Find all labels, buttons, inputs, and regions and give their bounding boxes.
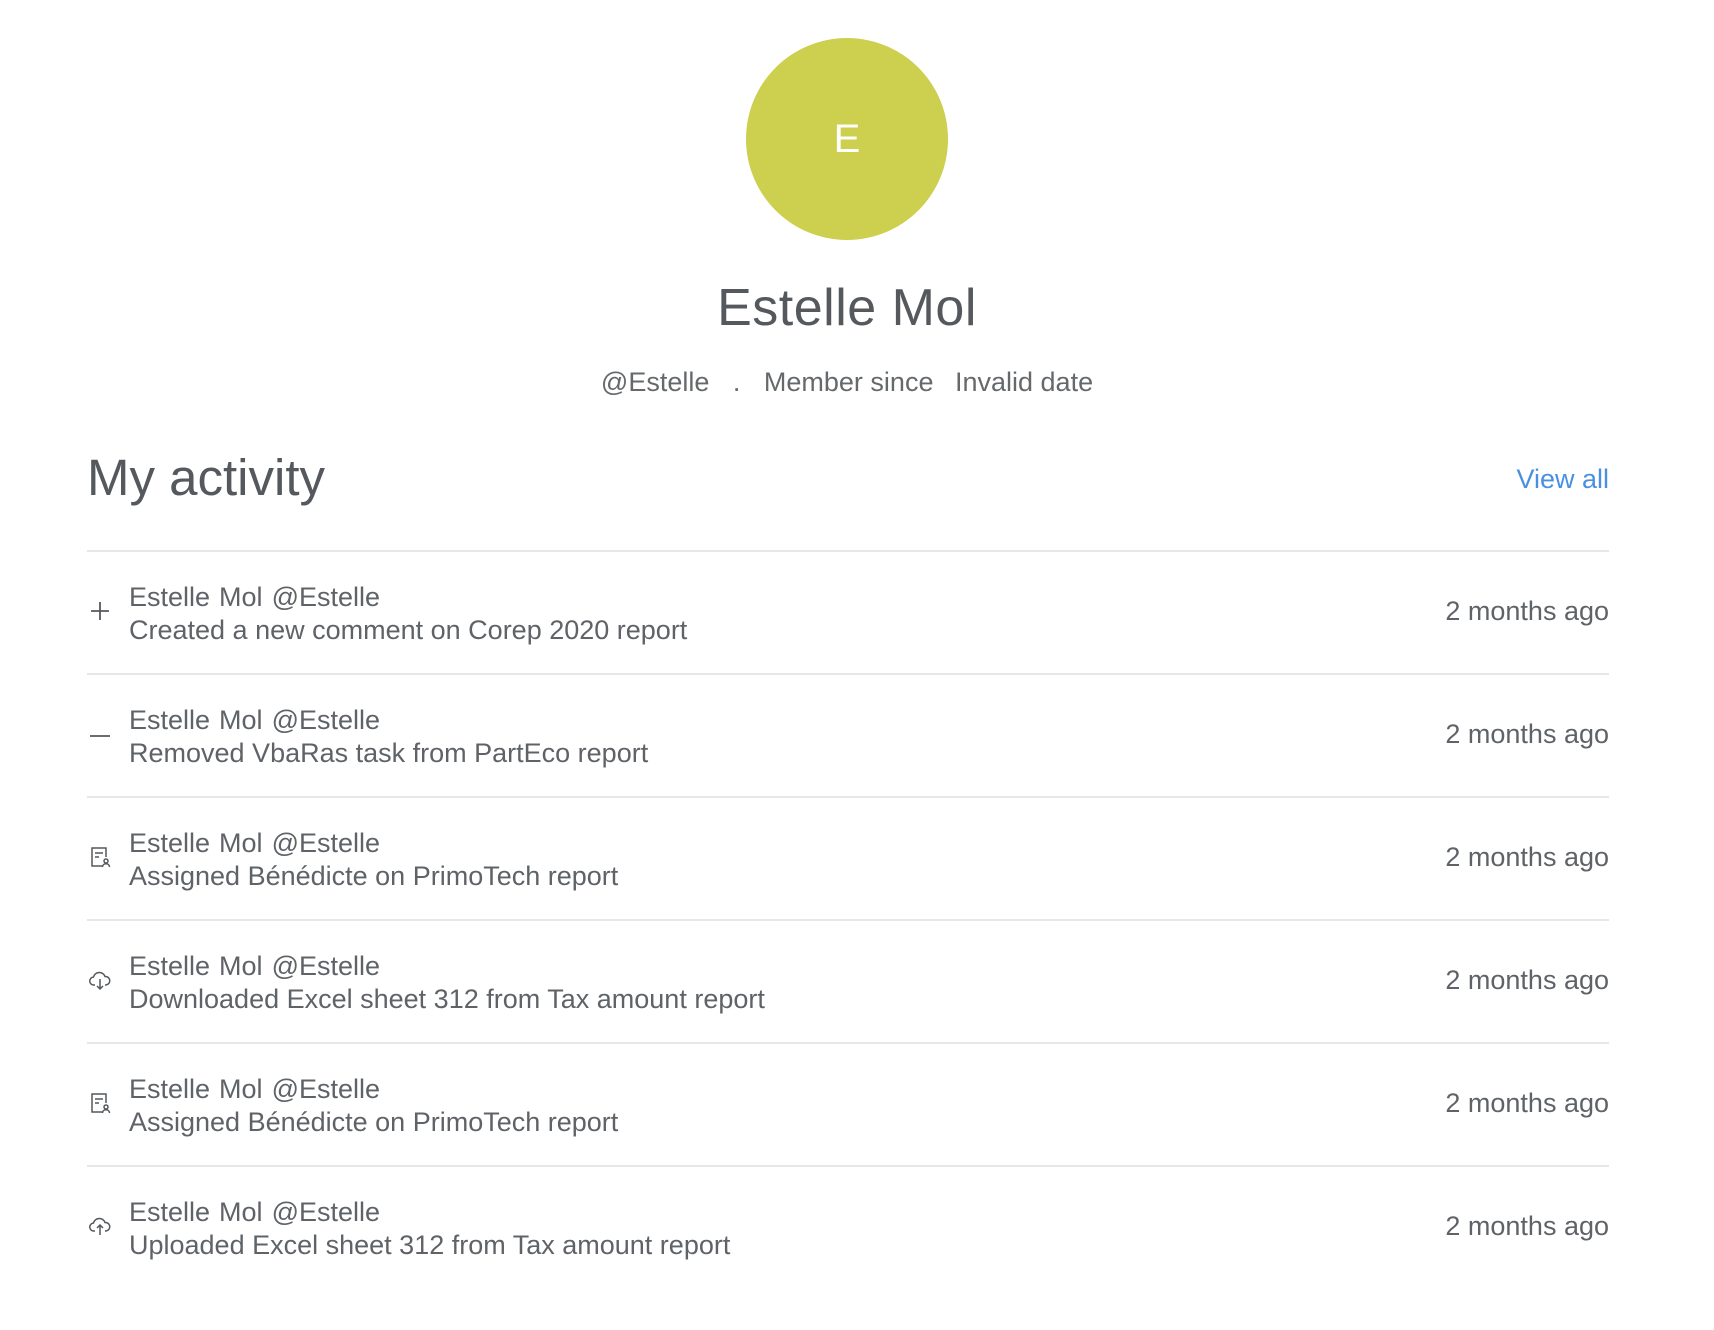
user-last-name: Mol <box>219 705 263 735</box>
activity-description: Assigned Bénédicte on PrimoTech report <box>129 1107 619 1137</box>
activity-item: Estelle Mol @Estelle Uploaded Excel sheet … <box>87 1165 1609 1288</box>
activity-user: Estelle Mol @Estelle <box>129 1195 730 1229</box>
user-handle: @Estelle <box>271 951 381 981</box>
minus-icon <box>87 721 113 747</box>
activity-item: Estelle Mol @Estelle Assigned Bénédicte on… <box>87 1042 1609 1165</box>
profile-meta: @Estelle . Member since Invalid date <box>0 367 1694 398</box>
activity-user: Estelle Mol @Estelle <box>129 703 648 737</box>
activity-description: Uploaded Excel sheet 312 from Tax amount… <box>129 1230 731 1260</box>
activity-text: Estelle Mol @Estelle Created a new comment… <box>129 580 687 647</box>
user-last-name: Mol <box>219 828 263 858</box>
assign-icon <box>87 1090 113 1116</box>
plus-icon <box>87 598 113 624</box>
user-handle: @Estelle <box>271 705 381 735</box>
activity-description: Removed VbaRas task from PartEco report <box>129 738 649 768</box>
activity-text: Estelle Mol @Estelle Uploaded Excel sheet … <box>129 1195 730 1262</box>
activity-text: Estelle Mol @Estelle Assigned Bénédicte on… <box>129 1072 618 1139</box>
activity-time: 2 months ago <box>1445 1211 1609 1241</box>
user-first-name: Estelle <box>129 1074 211 1104</box>
profile-name: Estelle Mol <box>717 279 977 337</box>
activity-description: Created a new comment on Corep 2020 repo… <box>129 615 688 645</box>
activity-item: Estelle Mol @Estelle Assigned Bénédicte on… <box>87 796 1609 919</box>
user-handle: @Estelle <box>271 1197 381 1227</box>
profile-handle: @Estelle <box>600 367 710 397</box>
user-first-name: Estelle <box>129 705 211 735</box>
view-all-link[interactable]: View all <box>1516 464 1609 495</box>
user-first-name: Estelle <box>129 582 211 612</box>
cloud-upload-icon <box>87 1213 113 1239</box>
activity-text: Estelle Mol @Estelle Downloaded Excel shee… <box>129 949 765 1016</box>
profile-page: E Estelle Mol @Estelle . Member since In… <box>0 0 1714 1330</box>
activity-time: 2 months ago <box>1445 965 1609 995</box>
assign-icon <box>87 844 113 870</box>
activity-title: My activity <box>87 449 326 506</box>
activity-user: Estelle Mol @Estelle <box>129 1072 618 1106</box>
user-first-name: Estelle <box>129 828 211 858</box>
activity-list: Estelle Mol @Estelle Created a new comment… <box>87 550 1609 1288</box>
user-handle: @Estelle <box>271 828 381 858</box>
activity-item: Estelle Mol @Estelle Created a new comment… <box>87 550 1609 673</box>
activity-description: Downloaded Excel sheet 312 from Tax amou… <box>129 984 765 1014</box>
user-last-name: Mol <box>219 1074 263 1104</box>
activity-description: Assigned Bénédicte on PrimoTech report <box>129 861 619 891</box>
user-last-name: Mol <box>219 582 263 612</box>
avatar-initial: E <box>833 116 861 161</box>
activity-item: Estelle Mol @Estelle Removed VbaRas task f… <box>87 673 1609 796</box>
activity-time: 2 months ago <box>1445 842 1609 872</box>
user-first-name: Estelle <box>129 951 211 981</box>
user-first-name: Estelle <box>129 1197 211 1227</box>
activity-time: 2 months ago <box>1445 719 1609 749</box>
activity-header: My activity View all <box>87 448 1609 518</box>
activity-user: Estelle Mol @Estelle <box>129 580 687 614</box>
user-handle: @Estelle <box>271 582 381 612</box>
meta-separator: . <box>732 367 741 397</box>
activity-time: 2 months ago <box>1445 596 1609 626</box>
member-since-label: Member since <box>763 367 934 397</box>
user-handle: @Estelle <box>271 1074 381 1104</box>
user-last-name: Mol <box>219 1197 263 1227</box>
cloud-download-icon <box>87 967 113 993</box>
member-since-value: Invalid date <box>954 367 1094 397</box>
activity-text: Estelle Mol @Estelle Removed VbaRas task f… <box>129 703 648 770</box>
user-last-name: Mol <box>219 951 263 981</box>
activity-text: Estelle Mol @Estelle Assigned Bénédicte on… <box>129 826 618 893</box>
avatar: E <box>746 38 948 240</box>
activity-user: Estelle Mol @Estelle <box>129 949 765 983</box>
activity-user: Estelle Mol @Estelle <box>129 826 618 860</box>
activity-time: 2 months ago <box>1445 1088 1609 1118</box>
activity-item: Estelle Mol @Estelle Downloaded Excel shee… <box>87 919 1609 1042</box>
